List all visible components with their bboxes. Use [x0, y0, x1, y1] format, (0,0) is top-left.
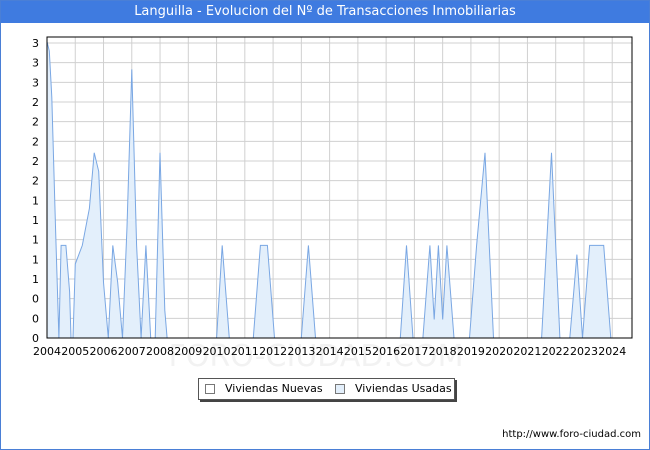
- x-tick-label: 2008: [146, 345, 174, 358]
- y-tick-label: 1: [32, 194, 39, 207]
- x-tick-label: 2006: [90, 345, 118, 358]
- legend: Viviendas Nuevas Viviendas Usadas: [198, 378, 455, 400]
- x-tick-label: 2010: [203, 345, 231, 358]
- legend-item-nuevas: Viviendas Nuevas: [205, 382, 323, 395]
- x-tick-label: 2019: [457, 345, 485, 358]
- x-axis-ticks: 2004 2005 2006 2007 2008 2009 2010 2011 2012 2013…: [33, 345, 626, 358]
- x-tick-label: 2009: [174, 345, 202, 358]
- y-tick-label: 2: [32, 96, 39, 109]
- x-tick-label: 2015: [344, 345, 372, 358]
- x-tick-label: 2020: [485, 345, 513, 358]
- y-tick-label: 3: [32, 57, 39, 70]
- legend-swatch-nuevas: [205, 383, 215, 394]
- y-tick-label: 2: [32, 135, 39, 148]
- x-tick-label: 2018: [429, 345, 457, 358]
- x-tick-label: 2024: [598, 345, 626, 358]
- x-tick-label: 2021: [513, 345, 541, 358]
- y-tick-label: 3: [32, 76, 39, 89]
- y-tick-label: 0: [32, 293, 39, 306]
- series-areas: [46, 41, 612, 339]
- x-tick-label: 2022: [542, 345, 570, 358]
- x-tick-label: 2012: [259, 345, 287, 358]
- y-tick-label: 1: [32, 234, 39, 247]
- legend-item-usadas: Viviendas Usadas: [335, 382, 452, 395]
- x-tick-label: 2004: [33, 345, 61, 358]
- y-tick-label: 0: [32, 312, 39, 325]
- x-tick-label: 2017: [400, 345, 428, 358]
- y-tick-label: 3: [32, 37, 39, 50]
- y-tick-label: 1: [32, 273, 39, 286]
- x-tick-label: 2016: [372, 345, 400, 358]
- legend-swatch-usadas: [335, 383, 345, 394]
- y-tick-label: 2: [32, 155, 39, 168]
- chart-frame: Languilla - Evolucion del Nº de Transacc…: [0, 0, 650, 450]
- y-axis-ticks: 0 0 0 1 1 1 1 1 2 2 2 2 2 3 3 3: [32, 37, 39, 345]
- y-tick-label: 1: [32, 214, 39, 227]
- y-tick-label: 0: [32, 332, 39, 345]
- x-tick-label: 2007: [118, 345, 146, 358]
- legend-label-usadas: Viviendas Usadas: [355, 382, 452, 395]
- x-tick-label: 2011: [231, 345, 259, 358]
- legend-label-nuevas: Viviendas Nuevas: [225, 382, 323, 395]
- y-tick-label: 2: [32, 175, 39, 188]
- footer-url: http://www.foro-ciudad.com: [502, 429, 641, 440]
- x-tick-label: 2023: [570, 345, 598, 358]
- x-tick-label: 2005: [61, 345, 89, 358]
- x-tick-label: 2013: [287, 345, 315, 358]
- y-tick-label: 2: [32, 116, 39, 129]
- x-tick-label: 2014: [316, 345, 344, 358]
- y-tick-label: 1: [32, 253, 39, 266]
